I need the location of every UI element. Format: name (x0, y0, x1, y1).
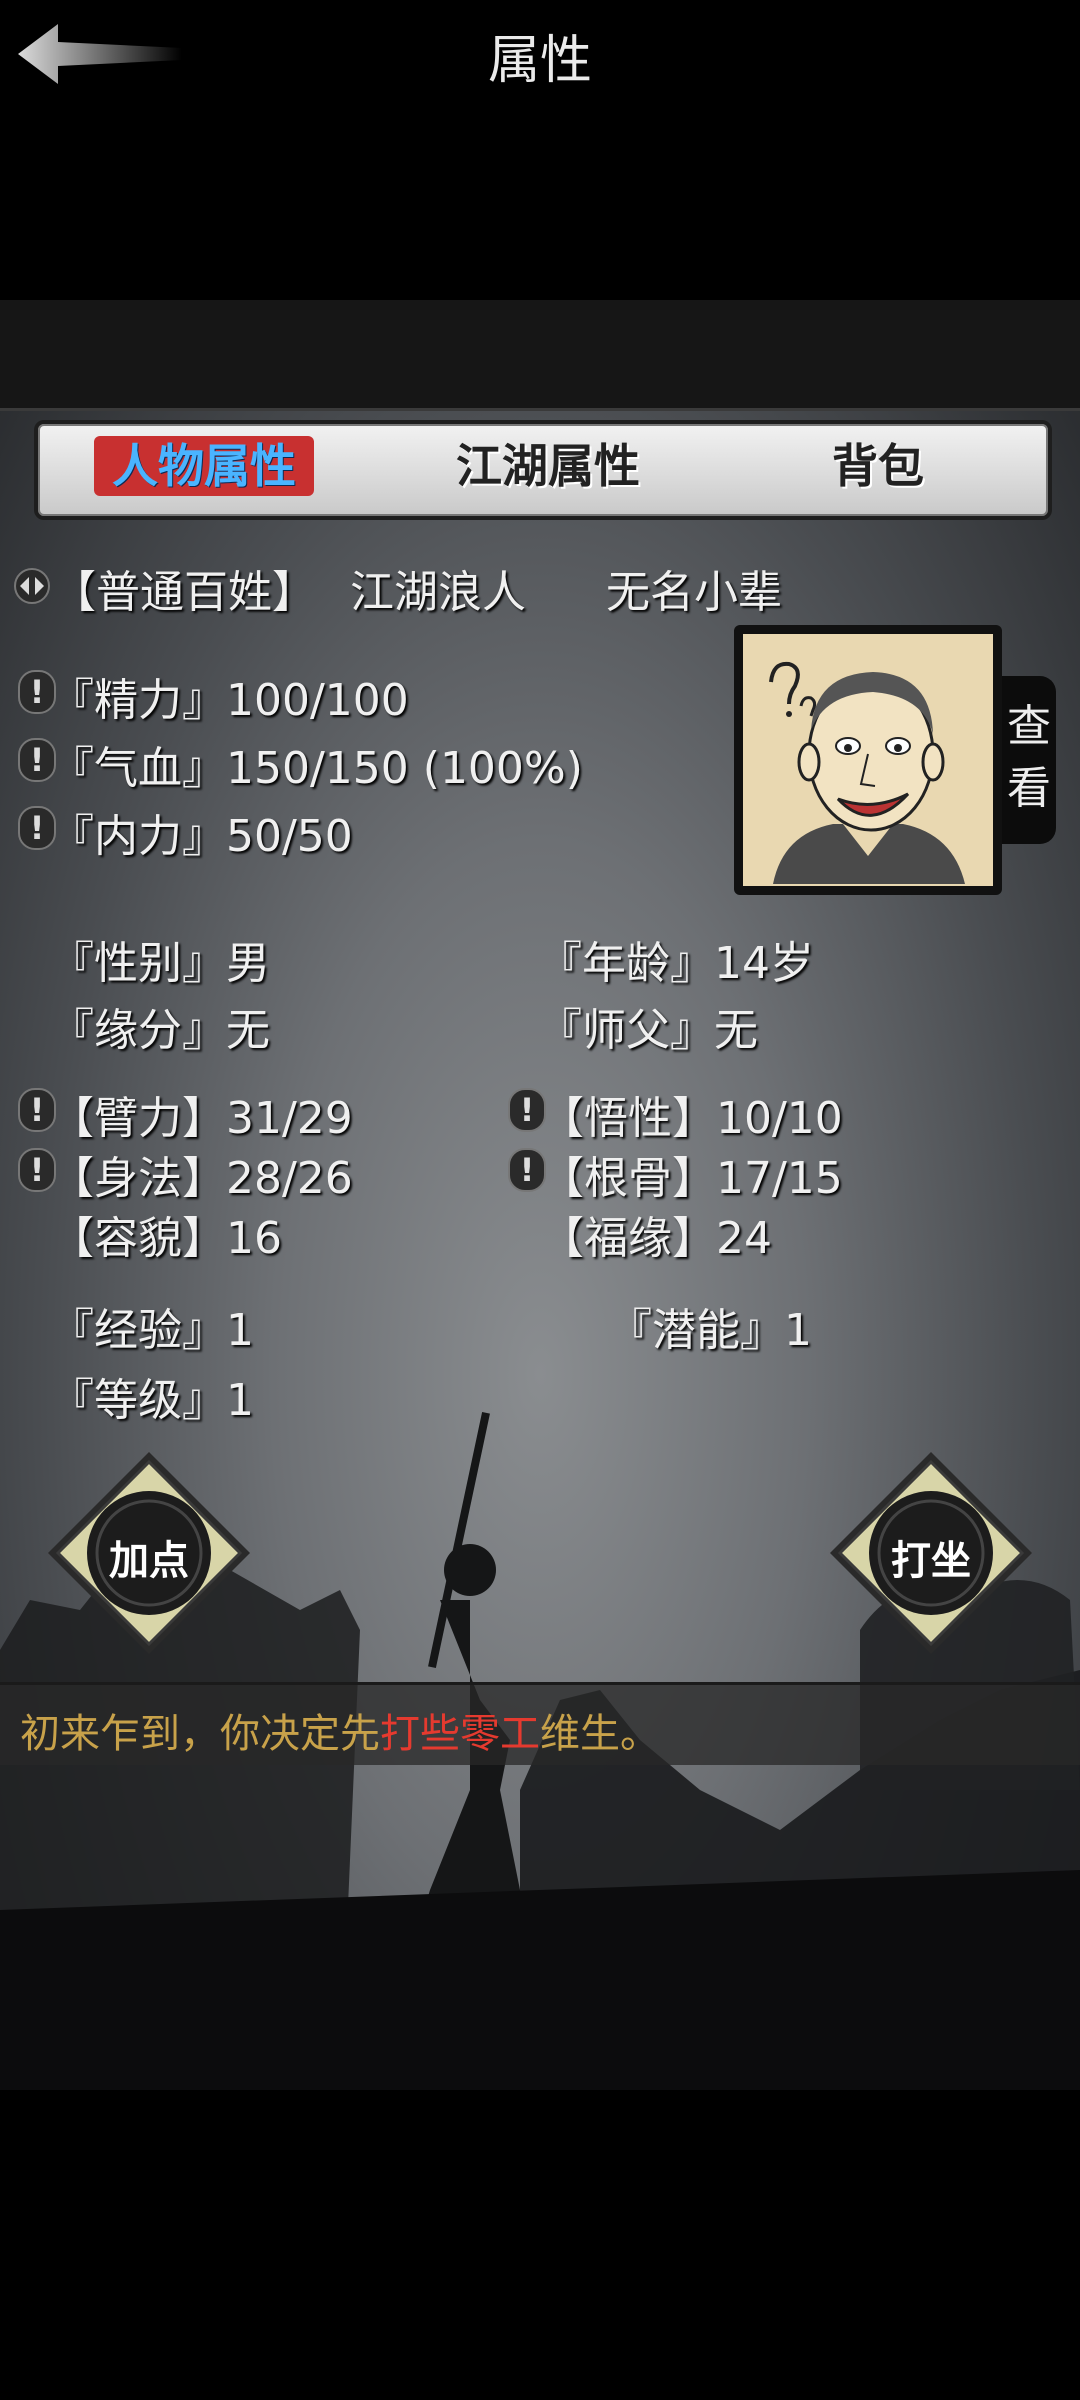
info-fate: 『缘分』无 (50, 1005, 270, 1056)
message-bar: 初来乍到，你决定先打些零工维生。 (0, 1682, 1080, 1765)
stat-fortune: 【福缘】24 (540, 1213, 772, 1264)
tab-jianghu-attributes[interactable]: 江湖属性 (428, 436, 668, 496)
stat-constitution: 【根骨】17/15 (540, 1153, 843, 1204)
toggle-arrows-icon[interactable] (14, 568, 50, 604)
info-gender: 『性别』男 (50, 938, 270, 989)
stat-looks: 【容貌】16 (50, 1213, 282, 1264)
message-prefix: 初来乍到，你决定先 (20, 1711, 380, 1757)
tab-bar: 人物属性 江湖属性 背包 (34, 420, 1052, 520)
character-face-image (743, 634, 993, 886)
top-bar (0, 300, 1080, 411)
title-option-nameless[interactable]: 无名小辈 (606, 556, 782, 620)
character-portrait[interactable] (734, 625, 1002, 895)
tab-backpack[interactable]: 背包 (818, 436, 938, 496)
message-suffix: 维生。 (540, 1711, 660, 1757)
title-option-jianghu[interactable]: 江湖浪人 (350, 556, 526, 620)
stat-inner-power: 『内力』50/50 (50, 811, 353, 862)
stat-experience: 『经验』1 (50, 1305, 254, 1356)
add-points-button[interactable]: 加点 (44, 1448, 254, 1658)
stat-agility: 【身法】28/26 (50, 1153, 353, 1204)
page-title: 属性 (487, 31, 592, 91)
view-label-1: 查 (1007, 701, 1051, 752)
message-highlight: 打些零工 (380, 1711, 540, 1757)
stat-potential: 『潜能』1 (608, 1305, 812, 1356)
stat-level: 『等级』1 (50, 1375, 254, 1426)
view-label-2: 看 (1007, 763, 1051, 814)
meditate-button[interactable]: 打坐 (826, 1448, 1036, 1658)
info-age: 『年龄』14岁 (538, 938, 814, 989)
message-text: 初来乍到，你决定先打些零工维生。 (20, 1701, 660, 1759)
stat-insight: 【悟性】10/10 (540, 1093, 843, 1144)
view-portrait-button[interactable]: 查 看 (1002, 676, 1056, 844)
stat-health: 『气血』150/150 (100%) (50, 743, 583, 794)
add-points-label: 加点 (109, 1538, 189, 1584)
title-current[interactable]: 【普通百姓】 (52, 556, 316, 620)
tab-character-attributes[interactable]: 人物属性 (94, 436, 314, 496)
meditate-label: 打坐 (891, 1538, 971, 1584)
stat-strength: 【臂力】31/29 (50, 1093, 353, 1144)
info-master: 『师父』无 (538, 1005, 758, 1056)
stat-energy: 『精力』100/100 (50, 675, 409, 726)
